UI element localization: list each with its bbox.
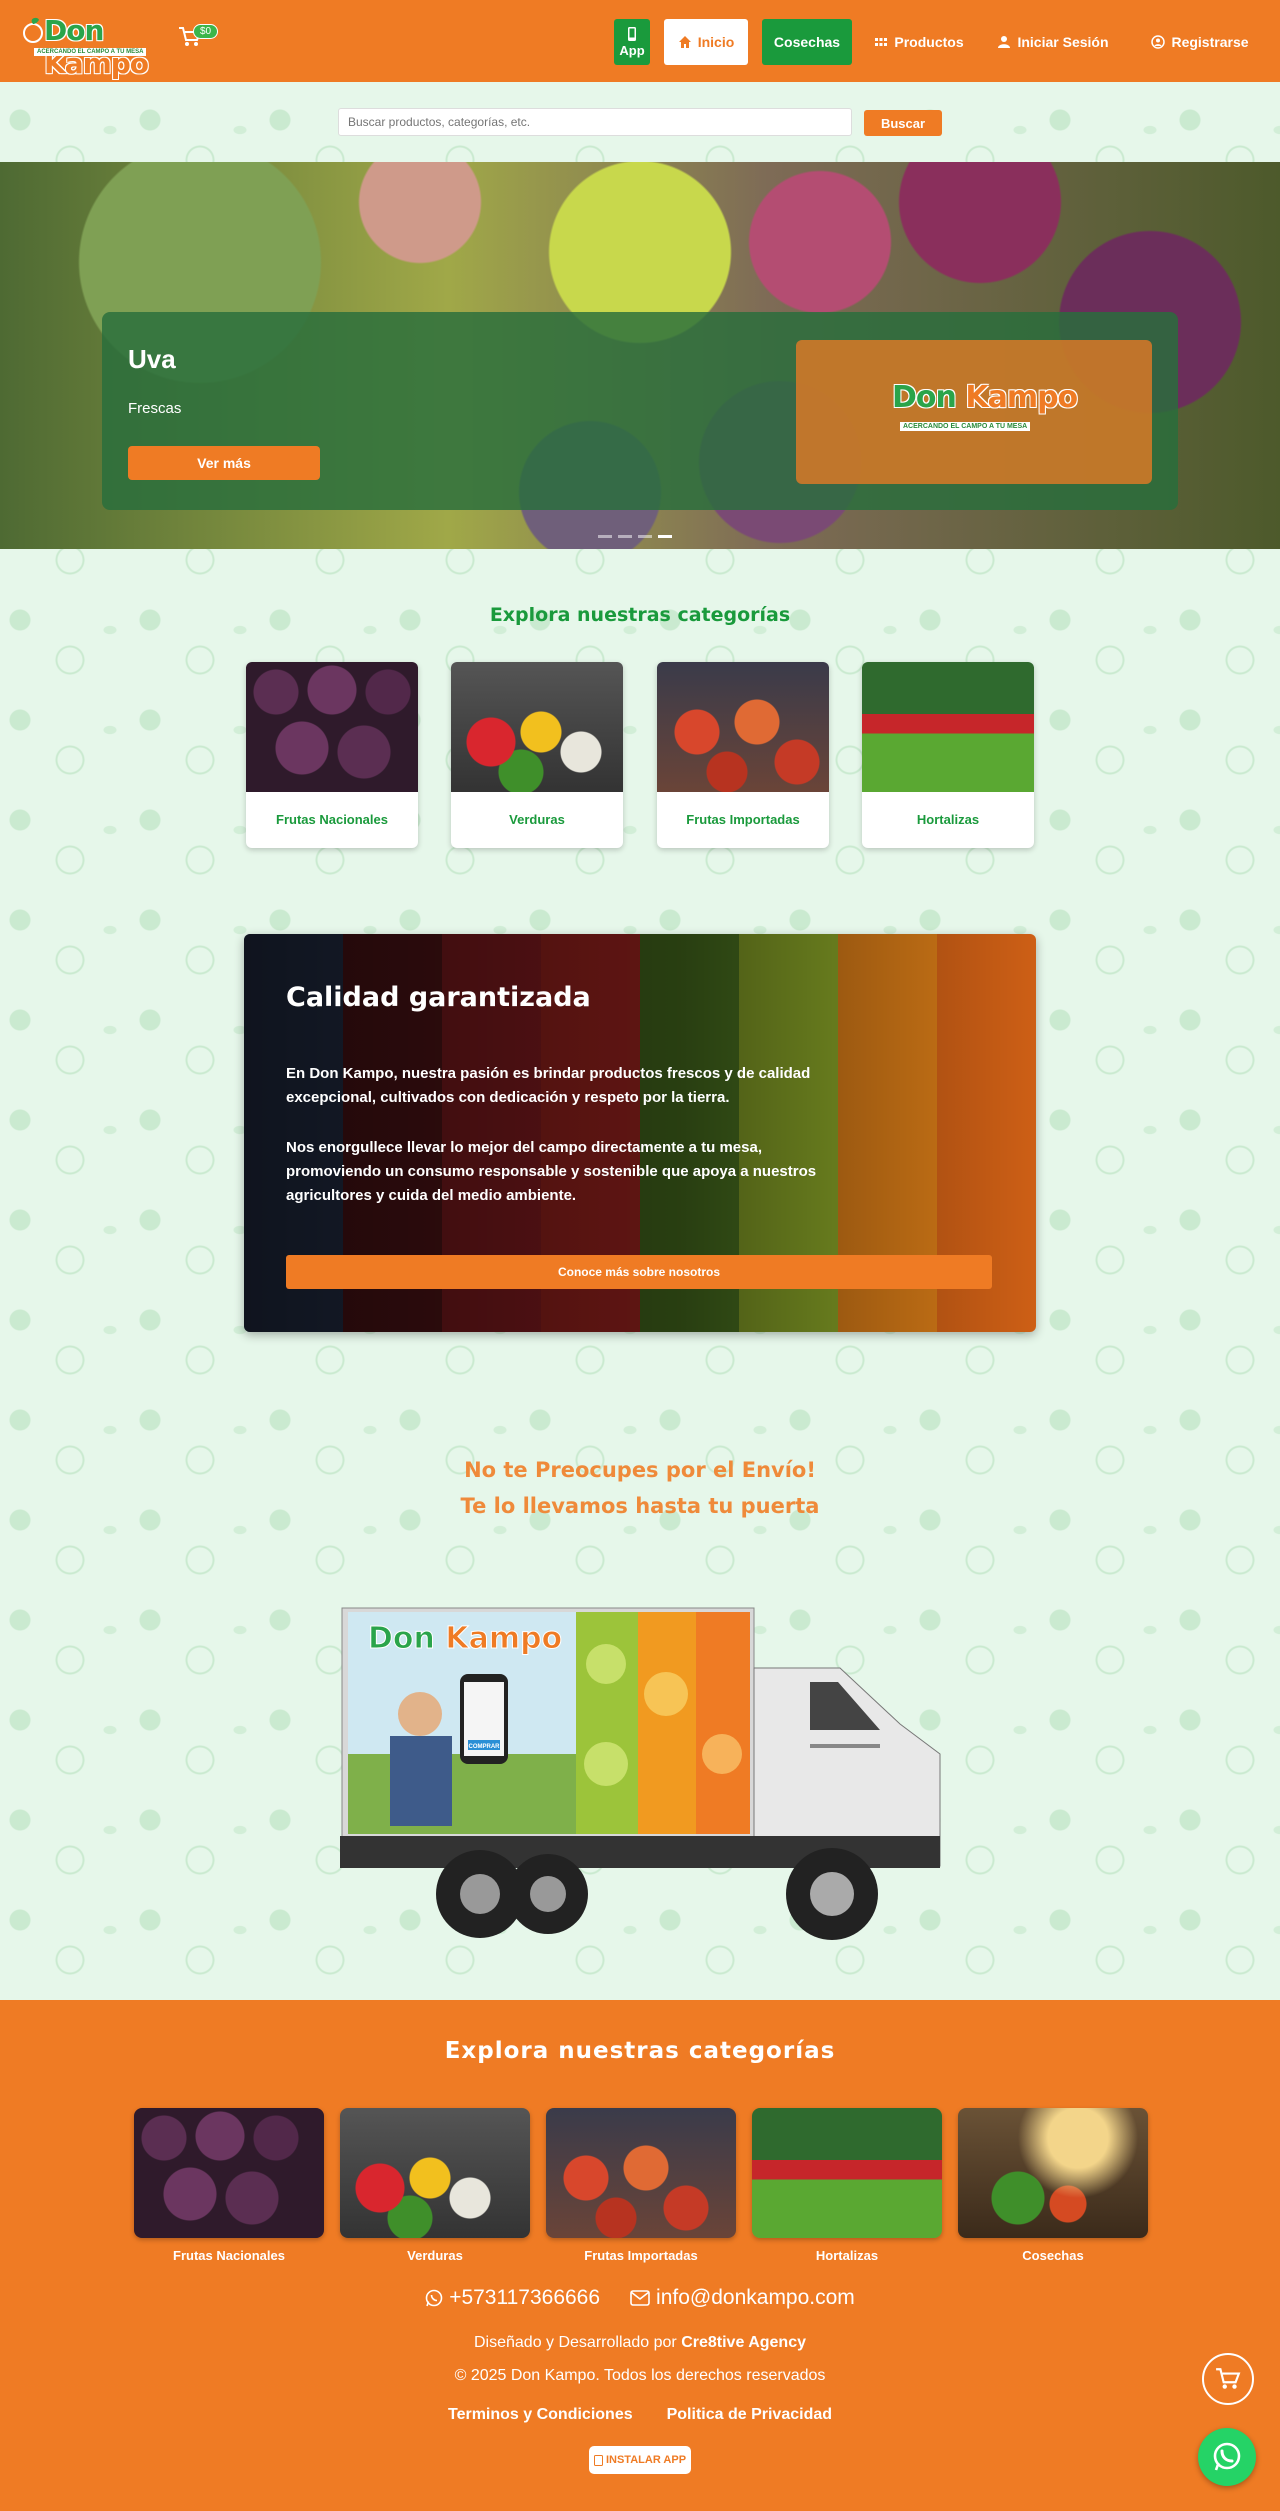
nav-cosechas-button[interactable]: Cosechas — [762, 19, 852, 65]
nav-register-link[interactable]: Registrarse — [1142, 19, 1258, 65]
floating-cart-button[interactable] — [1202, 2353, 1254, 2405]
carousel-dot[interactable] — [638, 535, 652, 538]
about-us-button[interactable]: Conoce más sobre nosotros — [286, 1255, 992, 1289]
phone-icon — [628, 26, 636, 41]
category-label: Frutas Importadas — [686, 812, 800, 827]
install-app-button[interactable]: INSTALAR APP — [589, 2446, 691, 2474]
delivery-truck-image: COMPRAR Don Kampo — [340, 1607, 941, 1940]
install-app-label: INSTALAR APP — [605, 2454, 687, 2466]
nav-productos-label: Productos — [894, 34, 964, 50]
terms-link[interactable]: Terminos y Condiciones — [448, 2406, 633, 2424]
hero-logo-panel: Don Kampo ACERCANDO EL CAMPO A TU MESA — [796, 340, 1152, 484]
whatsapp-icon — [1213, 2442, 1241, 2471]
truck-logo-text: Don Kampo — [368, 1621, 562, 1656]
footer-category-label: Hortalizas — [815, 2248, 879, 2263]
footer-email-link[interactable]: info@donkampo.com — [630, 2286, 855, 2310]
privacy-link[interactable]: Politica de Privacidad — [667, 2406, 832, 2424]
envelope-icon — [630, 2290, 650, 2306]
hero-carousel: Uva Frescas Ver más Don Kampo ACERCANDO … — [0, 162, 1280, 549]
footer-category-image — [958, 2108, 1148, 2238]
nav-inicio-label: Inicio — [697, 34, 735, 50]
carousel-dot[interactable] — [618, 535, 632, 538]
nav-app-label: App — [619, 42, 645, 58]
quality-paragraph-2: Nos enorgullece llevar lo mejor del camp… — [286, 1139, 817, 1204]
category-card-verduras[interactable]: Verduras — [451, 662, 623, 848]
agency-link[interactable]: Cre8tive Agency — [681, 2334, 806, 2351]
home-icon — [678, 36, 691, 48]
footer-category-image — [752, 2108, 942, 2238]
quality-paragraph-1: En Don Kampo, nuestra pasión es brindar … — [286, 1065, 811, 1106]
hero-subtitle: Frescas — [128, 400, 182, 417]
footer-category-image — [134, 2108, 324, 2238]
category-image — [451, 662, 623, 792]
footer-category-label: Frutas Nacionales — [173, 2248, 285, 2263]
nav-inicio-button[interactable]: Inicio — [664, 19, 748, 65]
carousel-indicators — [598, 535, 672, 538]
cart-icon — [1216, 2368, 1241, 2389]
search-input[interactable] — [338, 108, 852, 136]
categories-title: Explora nuestras categorías — [489, 604, 791, 626]
hero-title: Uva — [128, 344, 176, 374]
user-icon — [998, 36, 1011, 48]
footer-category-cosechas[interactable]: Cosechas — [958, 2108, 1148, 2263]
footer-email: info@donkampo.com — [656, 2286, 855, 2309]
footer-category-label: Frutas Importadas — [584, 2248, 698, 2263]
category-card-frutas-importadas[interactable]: Frutas Importadas — [657, 662, 829, 848]
top-navbar: Don Kampo ACERCANDO EL CAMPO A TU MESA $… — [0, 0, 1280, 82]
hero-logo: Don Kampo — [892, 380, 1078, 415]
category-card-hortalizas[interactable]: Hortalizas — [862, 662, 1034, 848]
phone-icon — [593, 2454, 603, 2466]
quality-title: Calidad garantizada — [286, 982, 591, 1013]
footer-category-frutas-importadas[interactable]: Frutas Importadas — [546, 2108, 736, 2263]
category-label: Verduras — [509, 812, 565, 827]
shipping-title-line2: Te lo llevamos hasta tu puerta — [460, 1494, 820, 1518]
footer-contact: +573117366666 info@donkampo.com — [0, 2286, 1280, 2310]
nav-login-label: Iniciar Sesión — [1017, 34, 1109, 50]
search-button[interactable]: Buscar — [864, 110, 942, 136]
footer-category-hortalizas[interactable]: Hortalizas — [752, 2108, 942, 2263]
floating-whatsapp-button[interactable] — [1198, 2428, 1256, 2486]
footer-credits: Diseñado y Desarrollado por Cre8tive Age… — [473, 2334, 806, 2351]
shipping-title-line1: No te Preocupes por el Envío! — [464, 1458, 816, 1482]
footer-category-label: Cosechas — [1022, 2248, 1084, 2263]
carousel-dot-active[interactable] — [658, 535, 672, 538]
quality-banner: Calidad garantizada En Don Kampo, nuestr… — [244, 934, 1036, 1332]
footer-legal-links: Terminos y Condiciones Politica de Priva… — [0, 2406, 1280, 2424]
main-nav: App Inicio Cosechas Productos Iniciar Se… — [0, 19, 1280, 65]
category-image — [862, 662, 1034, 792]
hero-slide-card: Uva Frescas Ver más Don Kampo ACERCANDO … — [102, 312, 1178, 510]
nav-productos-link[interactable]: Productos — [866, 19, 972, 65]
footer-category-image — [546, 2108, 736, 2238]
footer-categories-title: Explora nuestras categorías — [444, 2038, 836, 2064]
whatsapp-icon — [425, 2289, 443, 2307]
category-label: Frutas Nacionales — [276, 812, 388, 827]
footer-copyright: © 2025 Don Kampo. Todos los derechos res… — [454, 2367, 826, 2384]
search-bar: Buscar — [0, 108, 1280, 138]
grid-icon — [875, 38, 888, 46]
footer-phone-link[interactable]: +573117366666 — [425, 2286, 600, 2310]
footer-category-frutas-nacionales[interactable]: Frutas Nacionales — [134, 2108, 324, 2263]
footer-category-label: Verduras — [407, 2248, 463, 2263]
nav-login-link[interactable]: Iniciar Sesión — [990, 19, 1116, 65]
nav-cosechas-label: Cosechas — [773, 34, 841, 50]
nav-app-button[interactable]: App — [614, 19, 650, 65]
nav-register-label: Registrarse — [1171, 34, 1249, 50]
truck-comprar-text: COMPRAR — [469, 1744, 501, 1750]
user-circle-icon — [1151, 35, 1166, 49]
hero-ver-mas-button[interactable]: Ver más — [128, 446, 320, 480]
category-label: Hortalizas — [916, 812, 980, 827]
footer: Explora nuestras categorías Frutas Nacio… — [0, 2000, 1280, 2511]
category-card-frutas-nacionales[interactable]: Frutas Nacionales — [246, 662, 418, 848]
footer-category-verduras[interactable]: Verduras — [340, 2108, 530, 2263]
hero-logo-tagline: ACERCANDO EL CAMPO A TU MESA — [900, 422, 1031, 431]
footer-phone: +573117366666 — [449, 2286, 601, 2309]
category-image — [246, 662, 418, 792]
carousel-dot[interactable] — [598, 535, 612, 538]
footer-category-image — [340, 2108, 530, 2238]
category-image — [657, 662, 829, 792]
